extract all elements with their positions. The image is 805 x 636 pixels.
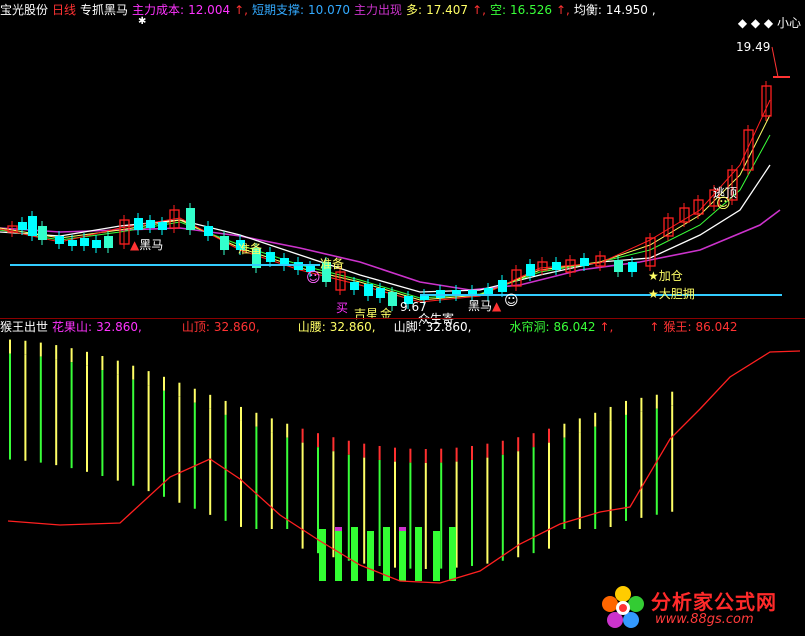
green-bar — [449, 527, 456, 581]
candle-body — [28, 216, 37, 236]
green-bar — [335, 531, 342, 581]
candle-body — [68, 240, 77, 246]
signal-dadan: ★大胆拥 — [648, 287, 695, 301]
candle-body — [580, 258, 589, 266]
candle-body — [92, 240, 101, 248]
flower-logo-icon — [602, 586, 644, 628]
candle-body — [388, 292, 397, 306]
candle-body — [80, 238, 89, 246]
green-bar — [415, 527, 422, 581]
green-bar-cap — [335, 527, 342, 531]
candle-body — [146, 220, 155, 228]
high-leader — [771, 46, 779, 78]
candle-body — [55, 236, 64, 244]
green-volume-bars — [319, 527, 456, 581]
candle-body — [18, 222, 27, 230]
candle-body — [350, 282, 359, 290]
candle-body — [376, 288, 385, 298]
candle-body — [104, 236, 113, 248]
signal-text: 黑马 — [468, 299, 493, 313]
candle-body — [628, 262, 637, 272]
signal-zhunbei-1: 准备 — [238, 242, 263, 256]
signal-heima-1: ▲黑马 — [130, 236, 163, 253]
green-bar — [383, 527, 390, 581]
candle-body — [38, 226, 47, 240]
triangle-up-icon: ▲ — [492, 299, 502, 313]
watermark-url: www.88gs.com — [655, 612, 754, 627]
candle-body — [220, 236, 229, 250]
green-bar-cap — [399, 527, 406, 531]
watermark: 分析家公式网 www.88gs.com — [599, 584, 799, 632]
green-bar — [433, 531, 440, 581]
candle-body — [498, 280, 507, 292]
candle-body — [158, 222, 167, 230]
signal-heima-2: 黑马▲ — [468, 297, 501, 314]
triangle-up-icon: ▲ — [130, 238, 140, 252]
candle-body — [364, 284, 373, 296]
smiley-icon: ☺ — [306, 270, 321, 286]
candle-body — [204, 226, 213, 236]
green-bar — [399, 531, 406, 581]
candle-body — [266, 252, 275, 262]
watermark-title: 分析家公式网 — [651, 590, 777, 614]
candle-body — [526, 264, 535, 276]
star-icon: ✱ — [138, 16, 146, 27]
signal-text: 黑马 — [139, 238, 164, 252]
candle-body — [614, 260, 623, 272]
candlestick-chart[interactable]: ✱ — [0, 0, 805, 318]
green-bar — [367, 531, 374, 581]
smiley-icon-2: ☺ — [504, 293, 519, 309]
signal-zhunbei-2: 准备 — [320, 257, 345, 271]
price-high-label: 19.49 — [736, 40, 771, 54]
smiley-icon-3: ☺ — [716, 196, 731, 212]
candle-body — [134, 218, 143, 230]
green-bar — [351, 527, 358, 581]
candle-body — [552, 262, 561, 270]
signal-jiacang: ★加仓 — [648, 269, 683, 283]
green-bar — [319, 529, 326, 581]
candle-body — [186, 208, 195, 230]
signal-mai: 买 — [336, 301, 349, 315]
